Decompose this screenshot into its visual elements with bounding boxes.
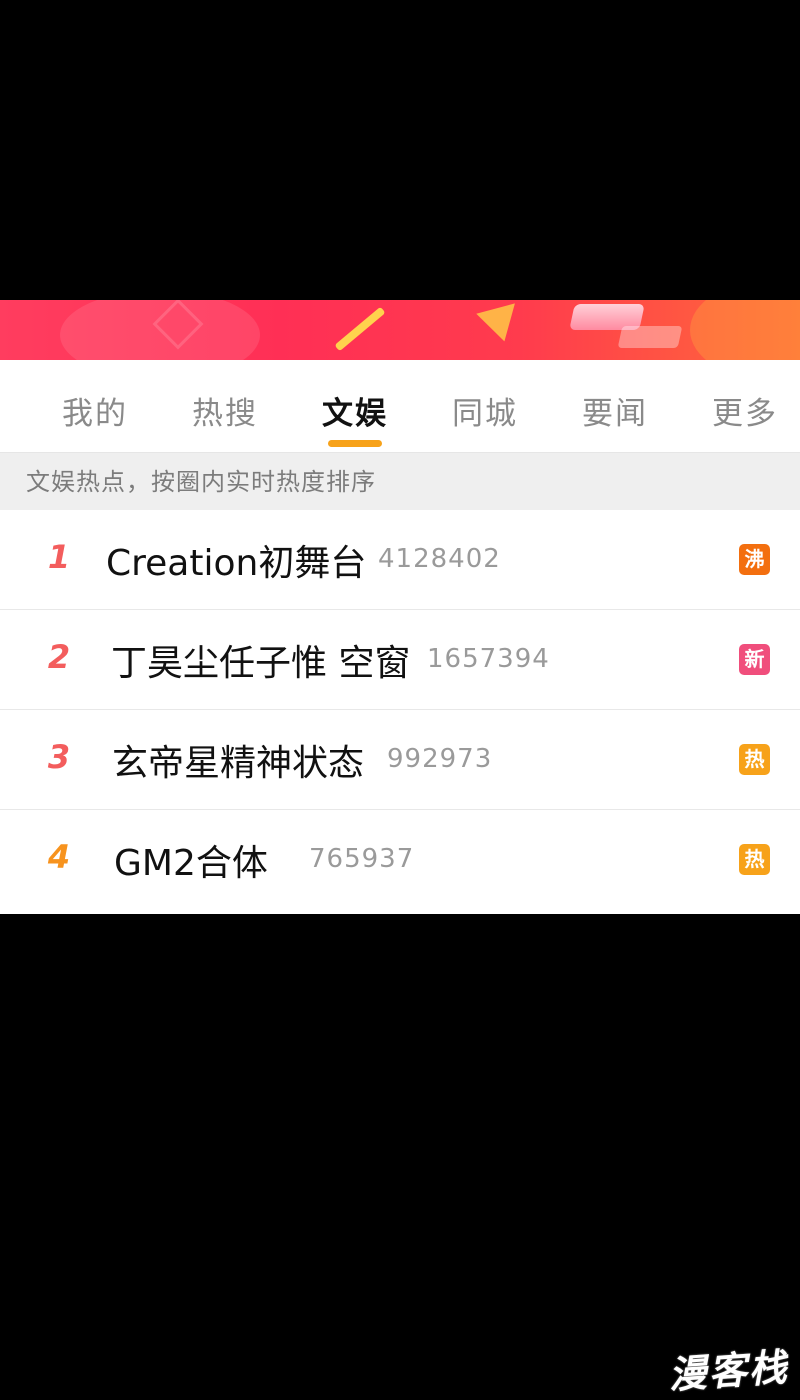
tab-hot-search[interactable]: 热搜 — [192, 388, 258, 433]
banner-decoration-triangle — [476, 303, 524, 347]
list-item[interactable]: 2 丁昊尘任子惟 空窗 1657394 新 — [0, 610, 800, 710]
tab-entertainment[interactable]: 文娱 — [322, 388, 388, 433]
tab-more[interactable]: 更多 — [712, 388, 778, 433]
rank-number: 3 — [47, 738, 71, 776]
screen: 我的 热搜 文娱 同城 要闻 更多 文娱热点，按圈内实时热度排序 1 Creat… — [0, 0, 800, 1400]
list-item[interactable]: 1 Creation初舞台 4128402 沸 — [0, 510, 800, 610]
heat-count: 4128402 — [378, 544, 501, 574]
trending-list: 1 Creation初舞台 4128402 沸 2 丁昊尘任子惟 空窗 1657… — [0, 510, 800, 911]
banner-decoration-card-2 — [617, 326, 683, 348]
active-tab-indicator — [328, 440, 382, 447]
boil-badge: 沸 — [739, 544, 770, 575]
topic-title: 玄帝星精神状态 — [112, 743, 365, 784]
topic-title: 丁昊尘任子惟 空窗 — [111, 643, 411, 684]
topic-title: Creation初舞台 — [106, 543, 367, 584]
hot-search-panel: 我的 热搜 文娱 同城 要闻 更多 文娱热点，按圈内实时热度排序 1 Creat… — [0, 300, 800, 914]
tab-news[interactable]: 要闻 — [582, 388, 648, 433]
banner-decoration-stick — [334, 306, 386, 352]
tab-mine[interactable]: 我的 — [62, 388, 128, 433]
hot-badge: 热 — [739, 744, 770, 775]
tab-local[interactable]: 同城 — [452, 388, 518, 433]
list-item[interactable]: 3 玄帝星精神状态 992973 热 — [0, 710, 800, 810]
site-watermark-logo: 漫客栈 — [667, 1345, 790, 1398]
topic-title: GM2合体 — [114, 843, 268, 884]
heat-count: 765937 — [309, 844, 415, 874]
heat-count: 992973 — [387, 744, 493, 774]
list-item[interactable]: 4 GM2合体 765937 热 — [0, 810, 800, 911]
list-description: 文娱热点，按圈内实时热度排序 — [0, 453, 800, 510]
rank-number: 4 — [47, 838, 71, 876]
hot-badge: 热 — [739, 844, 770, 875]
header-banner — [0, 300, 800, 360]
heat-count: 1657394 — [427, 644, 550, 674]
rank-number: 1 — [47, 538, 71, 576]
banner-decoration-glow — [690, 300, 800, 360]
category-tabs: 我的 热搜 文娱 同城 要闻 更多 — [0, 360, 800, 453]
new-badge: 新 — [739, 644, 770, 675]
rank-number: 2 — [47, 638, 71, 676]
